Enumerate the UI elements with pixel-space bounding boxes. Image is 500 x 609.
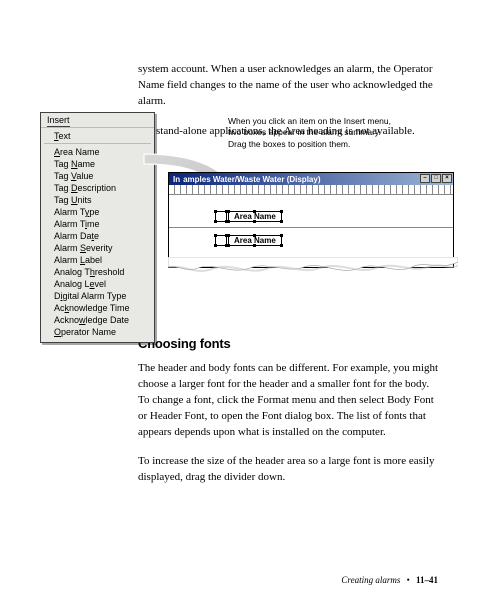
ruler — [169, 185, 453, 195]
footer-page-number: 11–41 — [416, 575, 438, 585]
paragraph-1: system account. When a user acknowledges… — [138, 62, 440, 110]
header-label-box[interactable]: Area Name — [228, 211, 282, 222]
close-icon[interactable]: × — [442, 174, 452, 183]
window-titlebar[interactable]: In amples Water/Waste Water (Display) – … — [169, 173, 453, 185]
menu-item-alarm-severity[interactable]: Alarm Severity — [44, 242, 151, 254]
menu-item-tag-description[interactable]: Tag Description — [44, 182, 151, 194]
page-footer: Creating alarms • 11–41 — [341, 575, 438, 585]
minimize-icon[interactable]: – — [420, 174, 430, 183]
footer-sep: • — [407, 575, 410, 585]
menu-item-operator-name[interactable]: Operator Name — [44, 326, 151, 338]
menu-items-container: Text Area Name Tag Name Tag Value Tag De… — [41, 128, 154, 342]
window-title: amples Water/Waste Water (Display) — [183, 175, 320, 184]
header-box-pair[interactable]: Area Name — [215, 211, 282, 222]
display-window: In amples Water/Waste Water (Display) – … — [168, 172, 454, 268]
menu-item-alarm-time[interactable]: Alarm Time — [44, 218, 151, 230]
menu-item-text[interactable]: Text — [44, 130, 151, 144]
paragraph-3: The header and body fonts can be differe… — [138, 361, 440, 441]
small-body-label-box[interactable] — [215, 235, 227, 246]
menu-title: Insert — [41, 113, 154, 128]
insert-menu[interactable]: Insert Text Area Name Tag Name Tag Value… — [40, 112, 155, 343]
footer-chapter: Creating alarms — [341, 575, 400, 585]
maximize-icon[interactable]: □ — [431, 174, 441, 183]
section-heading-choosing-fonts: Choosing fonts — [138, 336, 440, 351]
body-label-box[interactable]: Area Name — [228, 235, 282, 246]
torn-edge — [168, 257, 458, 275]
menu-item-alarm-date[interactable]: Alarm Date — [44, 230, 151, 242]
figure: Insert Text Area Name Tag Name Tag Value… — [40, 112, 454, 292]
menu-item-tag-units[interactable]: Tag Units — [44, 194, 151, 206]
paragraph-4: To increase the size of the header area … — [138, 454, 440, 486]
menu-item-area-name[interactable]: Area Name — [44, 146, 151, 158]
menu-item-tag-name[interactable]: Tag Name — [44, 158, 151, 170]
menu-item-digital-alarm-type[interactable]: Digital Alarm Type — [44, 290, 151, 302]
menu-item-alarm-type[interactable]: Alarm Type — [44, 206, 151, 218]
menu-item-alarm-label[interactable]: Alarm Label — [44, 254, 151, 266]
menu-item-ack-date[interactable]: Acknowledge Date — [44, 314, 151, 326]
menu-item-ack-time[interactable]: Acknowledge Time — [44, 302, 151, 314]
menu-item-analog-level[interactable]: Analog Level — [44, 278, 151, 290]
menu-item-tag-value[interactable]: Tag Value — [44, 170, 151, 182]
small-header-label-box[interactable] — [215, 211, 227, 222]
menu-item-analog-threshold[interactable]: Analog Threshold — [44, 266, 151, 278]
body-box-pair[interactable]: Area Name — [215, 235, 282, 246]
